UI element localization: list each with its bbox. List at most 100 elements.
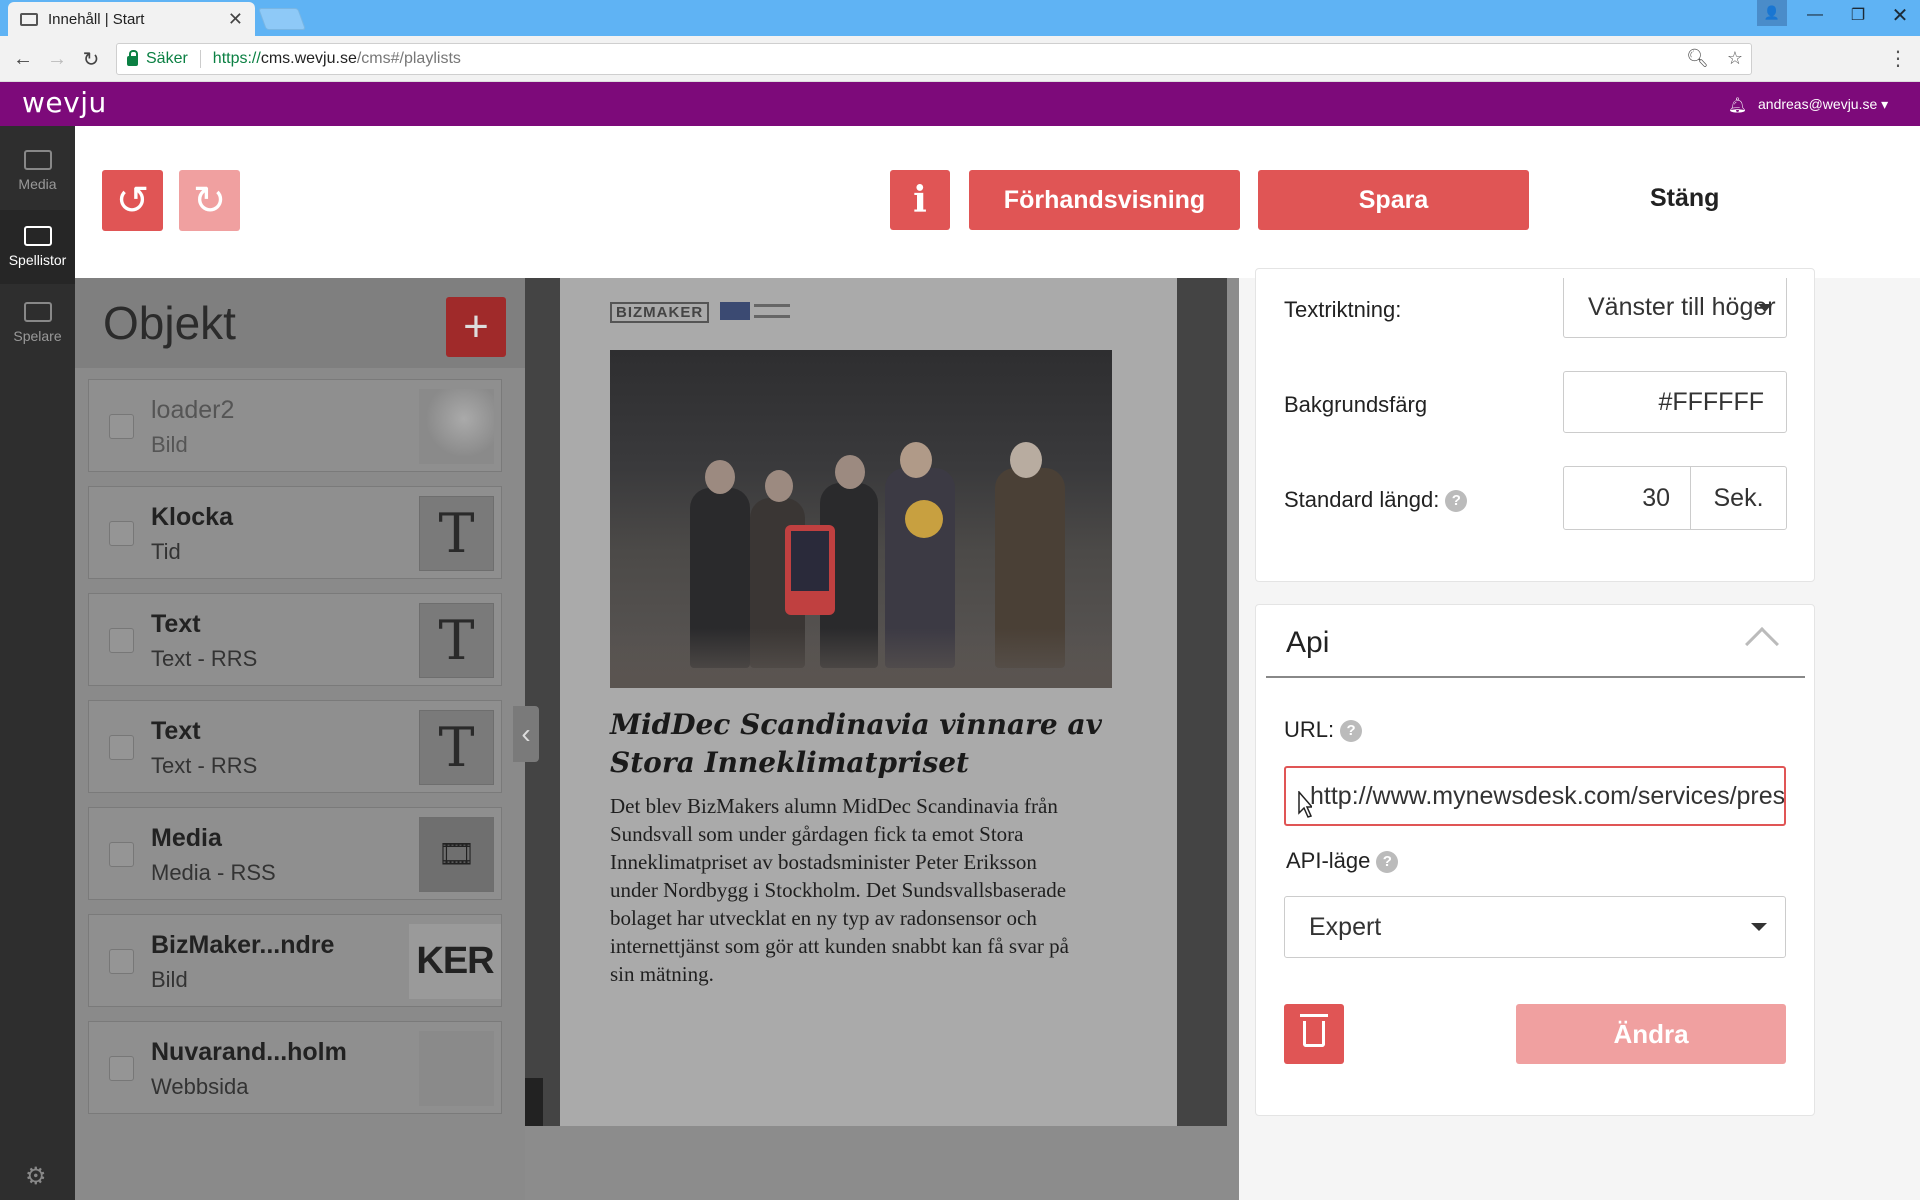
item-checkbox[interactable] — [109, 949, 134, 974]
url-protocol: https:// — [212, 50, 261, 67]
nav-item-spellistor[interactable]: Spellistor — [0, 210, 75, 284]
nav-label: Media — [18, 176, 57, 192]
list-item[interactable]: Nuvarand...holm Webbsida — [88, 1021, 502, 1114]
help-icon[interactable]: ? — [1445, 490, 1468, 513]
delete-button[interactable] — [1284, 1004, 1344, 1064]
bg-color-label: Bakgrundsfärg — [1284, 392, 1428, 417]
nav-item-media[interactable]: Media — [0, 134, 75, 208]
objects-panel: Objekt + loader2 Bild Klocka Tid T Text … — [75, 278, 525, 1200]
add-object-button[interactable]: + — [446, 297, 506, 357]
text-direction-value: Vänster till höger — [1588, 293, 1776, 321]
close-button[interactable]: Stäng — [1650, 184, 1719, 213]
close-window-button[interactable]: ✕ — [1880, 0, 1920, 30]
preview-body: Det blev BizMakers alumn MidDec Scandina… — [610, 794, 1069, 986]
text-direction-select[interactable]: Vänster till höger — [1563, 278, 1787, 338]
maximize-button[interactable]: ❐ — [1838, 0, 1878, 30]
default-length-label-row: Standard längd:? — [1284, 487, 1468, 513]
item-type: Bild — [151, 967, 188, 992]
item-checkbox[interactable] — [109, 628, 134, 653]
text-type-icon: T — [419, 496, 494, 571]
item-name: BizMaker...ndre — [151, 931, 335, 959]
item-type: Webbsida — [151, 1074, 249, 1099]
default-length-value: 30 — [1642, 483, 1670, 512]
url-label-row: URL:? — [1284, 717, 1363, 743]
zoom-icon[interactable]: 🔍︎ — [1686, 48, 1709, 69]
nav-label: Spelare — [13, 328, 62, 344]
image-thumbnail — [419, 389, 494, 464]
news-photo — [610, 350, 1112, 688]
api-mode-select[interactable]: Expert — [1284, 896, 1786, 958]
item-type: Text - RRS — [151, 753, 258, 778]
minimize-button[interactable]: — — [1795, 0, 1835, 30]
collapse-panel-icon[interactable]: ‹ — [513, 706, 539, 762]
save-button[interactable]: Spara — [1258, 170, 1529, 230]
preview-slide: BIZMAKER MidDec Scandinavia vinnare av S — [560, 278, 1177, 1126]
item-checkbox[interactable] — [109, 1056, 134, 1081]
undo-button[interactable]: ↺ — [102, 170, 163, 231]
item-type: Text - RRS — [151, 646, 258, 671]
item-checkbox[interactable] — [109, 842, 134, 867]
objects-title: Objekt — [103, 297, 236, 349]
app-header: wevju 🔔︎ andreas@wevju.se ▾ — [0, 82, 1920, 126]
web-thumbnail — [419, 1031, 494, 1106]
monitor-icon — [20, 12, 38, 26]
user-menu[interactable]: andreas@wevju.se ▾ — [1758, 96, 1888, 113]
text-type-icon: T — [419, 603, 494, 678]
image-thumbnail: KER — [409, 924, 501, 999]
playlist-icon — [23, 226, 52, 246]
help-icon[interactable]: ? — [1340, 720, 1363, 743]
bg-color-input[interactable]: #FFFFFF — [1563, 371, 1787, 433]
bg-color-value: #FFFFFF — [1658, 387, 1764, 416]
list-item[interactable]: loader2 Bild — [88, 379, 502, 472]
redo-button[interactable]: ↻ — [179, 170, 240, 231]
item-checkbox[interactable] — [109, 521, 134, 546]
address-bar[interactable]: Säker https://cms.wevju.se/cms#/playlist… — [116, 43, 1752, 75]
edit-toolbar: ↺ ↻ i Förhandsvisning Spara Stäng — [75, 126, 1920, 278]
default-length-input[interactable]: 30 — [1563, 466, 1691, 530]
item-name: Media — [151, 824, 222, 852]
list-item[interactable]: Text Text - RRS T — [88, 700, 502, 793]
forward-icon[interactable]: → — [44, 46, 70, 72]
change-button[interactable]: Ändra — [1516, 1004, 1786, 1064]
info-button[interactable]: i — [890, 170, 950, 230]
bizmaker-logo: BIZMAKER — [610, 302, 710, 323]
close-tab-icon[interactable]: ✕ — [228, 9, 243, 30]
preview-button[interactable]: Förhandsvisning — [969, 170, 1240, 230]
browser-tab[interactable]: Innehåll | Start ✕ — [8, 2, 255, 36]
profile-icon[interactable]: 👤 — [1757, 0, 1787, 26]
list-item[interactable]: Text Text - RRS T — [88, 593, 502, 686]
api-url-input[interactable]: http://www.mynewsdesk.com/services/press… — [1284, 766, 1786, 826]
help-icon[interactable]: ? — [1376, 851, 1399, 874]
mouse-cursor-icon — [1298, 791, 1312, 818]
chevron-down-icon — [1751, 923, 1767, 931]
new-tab-button[interactable] — [257, 8, 307, 30]
text-type-icon: T — [419, 710, 494, 785]
list-item[interactable]: Klocka Tid T — [88, 486, 502, 579]
item-name: Text — [151, 717, 201, 745]
back-icon[interactable]: ← — [10, 46, 36, 72]
list-item[interactable]: Media Media - RSS 🎞︎ — [88, 807, 502, 900]
item-checkbox[interactable] — [109, 735, 134, 760]
reload-icon[interactable]: ↻ — [78, 46, 104, 72]
gear-icon[interactable]: ⚙ — [25, 1162, 47, 1191]
api-divider — [1266, 676, 1805, 678]
objects-header: Objekt + — [75, 278, 525, 368]
monitor-icon — [23, 302, 52, 322]
item-type: Tid — [151, 539, 181, 564]
item-checkbox[interactable] — [109, 414, 134, 439]
eu-flag-icon — [720, 302, 750, 320]
star-icon[interactable]: ☆ — [1727, 48, 1743, 69]
bell-icon[interactable]: 🔔︎ — [1728, 96, 1747, 114]
preview-scrollbar[interactable] — [525, 1078, 543, 1126]
browser-toolbar: ← → ↻ Säker https://cms.wevju.se/cms#/pl… — [0, 36, 1920, 82]
eu-logo-text — [754, 304, 790, 318]
browser-tabbar: Innehåll | Start ✕ 👤 — ❐ ✕ — [0, 0, 1920, 36]
app-logo[interactable]: wevju — [22, 86, 107, 119]
secure-label: Säker — [146, 50, 188, 67]
nav-item-spelare[interactable]: Spelare — [0, 286, 75, 360]
default-length-label: Standard längd: — [1284, 487, 1440, 512]
api-mode-value: Expert — [1309, 912, 1382, 941]
item-name: loader2 — [151, 396, 235, 424]
list-item[interactable]: BizMaker...ndre Bild KER — [88, 914, 502, 1007]
browser-menu-icon[interactable]: ⋮ — [1888, 46, 1908, 71]
